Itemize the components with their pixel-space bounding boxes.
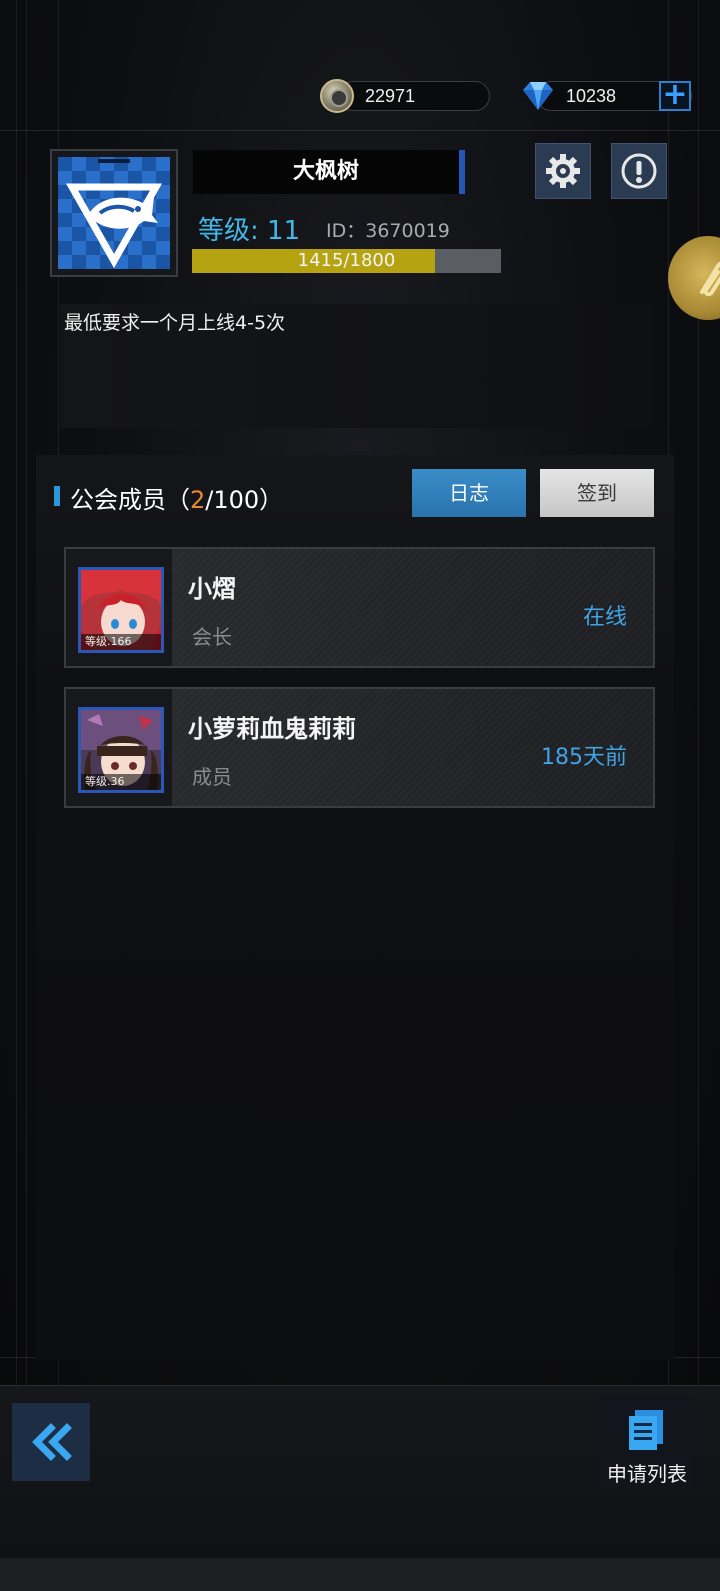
- frame-line: [16, 0, 17, 1591]
- member-name: 小萝莉血鬼莉莉: [188, 715, 356, 743]
- add-gems-button[interactable]: +: [659, 80, 691, 111]
- members-title: 公会成员（2/100）: [70, 486, 284, 514]
- blue-diamond-icon: [523, 82, 553, 110]
- signin-button[interactable]: 签到: [540, 469, 654, 517]
- guild-screen: 22971 10238 + 大枫树 等级: 11 ID：3670019 1415…: [0, 0, 720, 1591]
- gear-icon: [546, 154, 580, 188]
- exclamation-icon: [621, 153, 657, 189]
- section-marker: [54, 486, 60, 506]
- log-button[interactable]: 日志: [412, 469, 526, 517]
- avatar-level: 等级.166: [81, 634, 161, 650]
- plus-icon: +: [662, 77, 688, 112]
- guild-exp-bar: 1415/1800: [192, 249, 501, 273]
- info-button[interactable]: [611, 143, 667, 199]
- member-status: 在线: [582, 605, 627, 630]
- member-status: 185天前: [541, 745, 627, 770]
- guild-emblem[interactable]: [50, 149, 178, 277]
- fish-emblem-icon: [58, 157, 170, 269]
- paperclip-icon[interactable]: [668, 236, 720, 320]
- member-role: 成员: [192, 765, 232, 789]
- guild-id: ID：3670019: [326, 220, 450, 242]
- guild-level: 等级: 11: [198, 216, 301, 246]
- coin-counter: 22971: [338, 81, 490, 111]
- apply-list-button[interactable]: 申请列表: [600, 1396, 694, 1488]
- frame-line: [26, 0, 27, 1591]
- back-button[interactable]: [12, 1403, 90, 1481]
- silver-coin-icon: [320, 79, 354, 113]
- member-row[interactable]: 等级.166 小熠 会长 在线: [64, 547, 655, 668]
- avatar-slot: 等级.36: [66, 689, 172, 806]
- avatar: 等级.36: [78, 707, 164, 793]
- member-row[interactable]: 等级.36 小萝莉血鬼莉莉 成员 185天前: [64, 687, 655, 808]
- member-name: 小熠: [188, 575, 236, 603]
- exp-text: 1415/1800: [297, 250, 396, 271]
- guild-name: 大枫树: [193, 150, 465, 194]
- bottom-strip: [0, 1558, 720, 1591]
- guild-notice: 最低要求一个月上线4-5次: [60, 304, 652, 428]
- notice-text: 最低要求一个月上线4-5次: [64, 312, 286, 334]
- frame-line: [0, 130, 720, 131]
- gem-amount: 10238: [566, 86, 617, 106]
- apply-list-label: 申请列表: [607, 1462, 687, 1486]
- avatar: 等级.166: [78, 567, 164, 653]
- coin-amount: 22971: [365, 86, 416, 106]
- member-role: 会长: [192, 625, 232, 649]
- avatar-slot: 等级.166: [66, 549, 172, 666]
- avatar-level: 等级.36: [81, 774, 161, 790]
- double-chevron-left-icon: [32, 1423, 72, 1461]
- settings-button[interactable]: [535, 143, 591, 199]
- document-list-icon: [629, 1410, 663, 1450]
